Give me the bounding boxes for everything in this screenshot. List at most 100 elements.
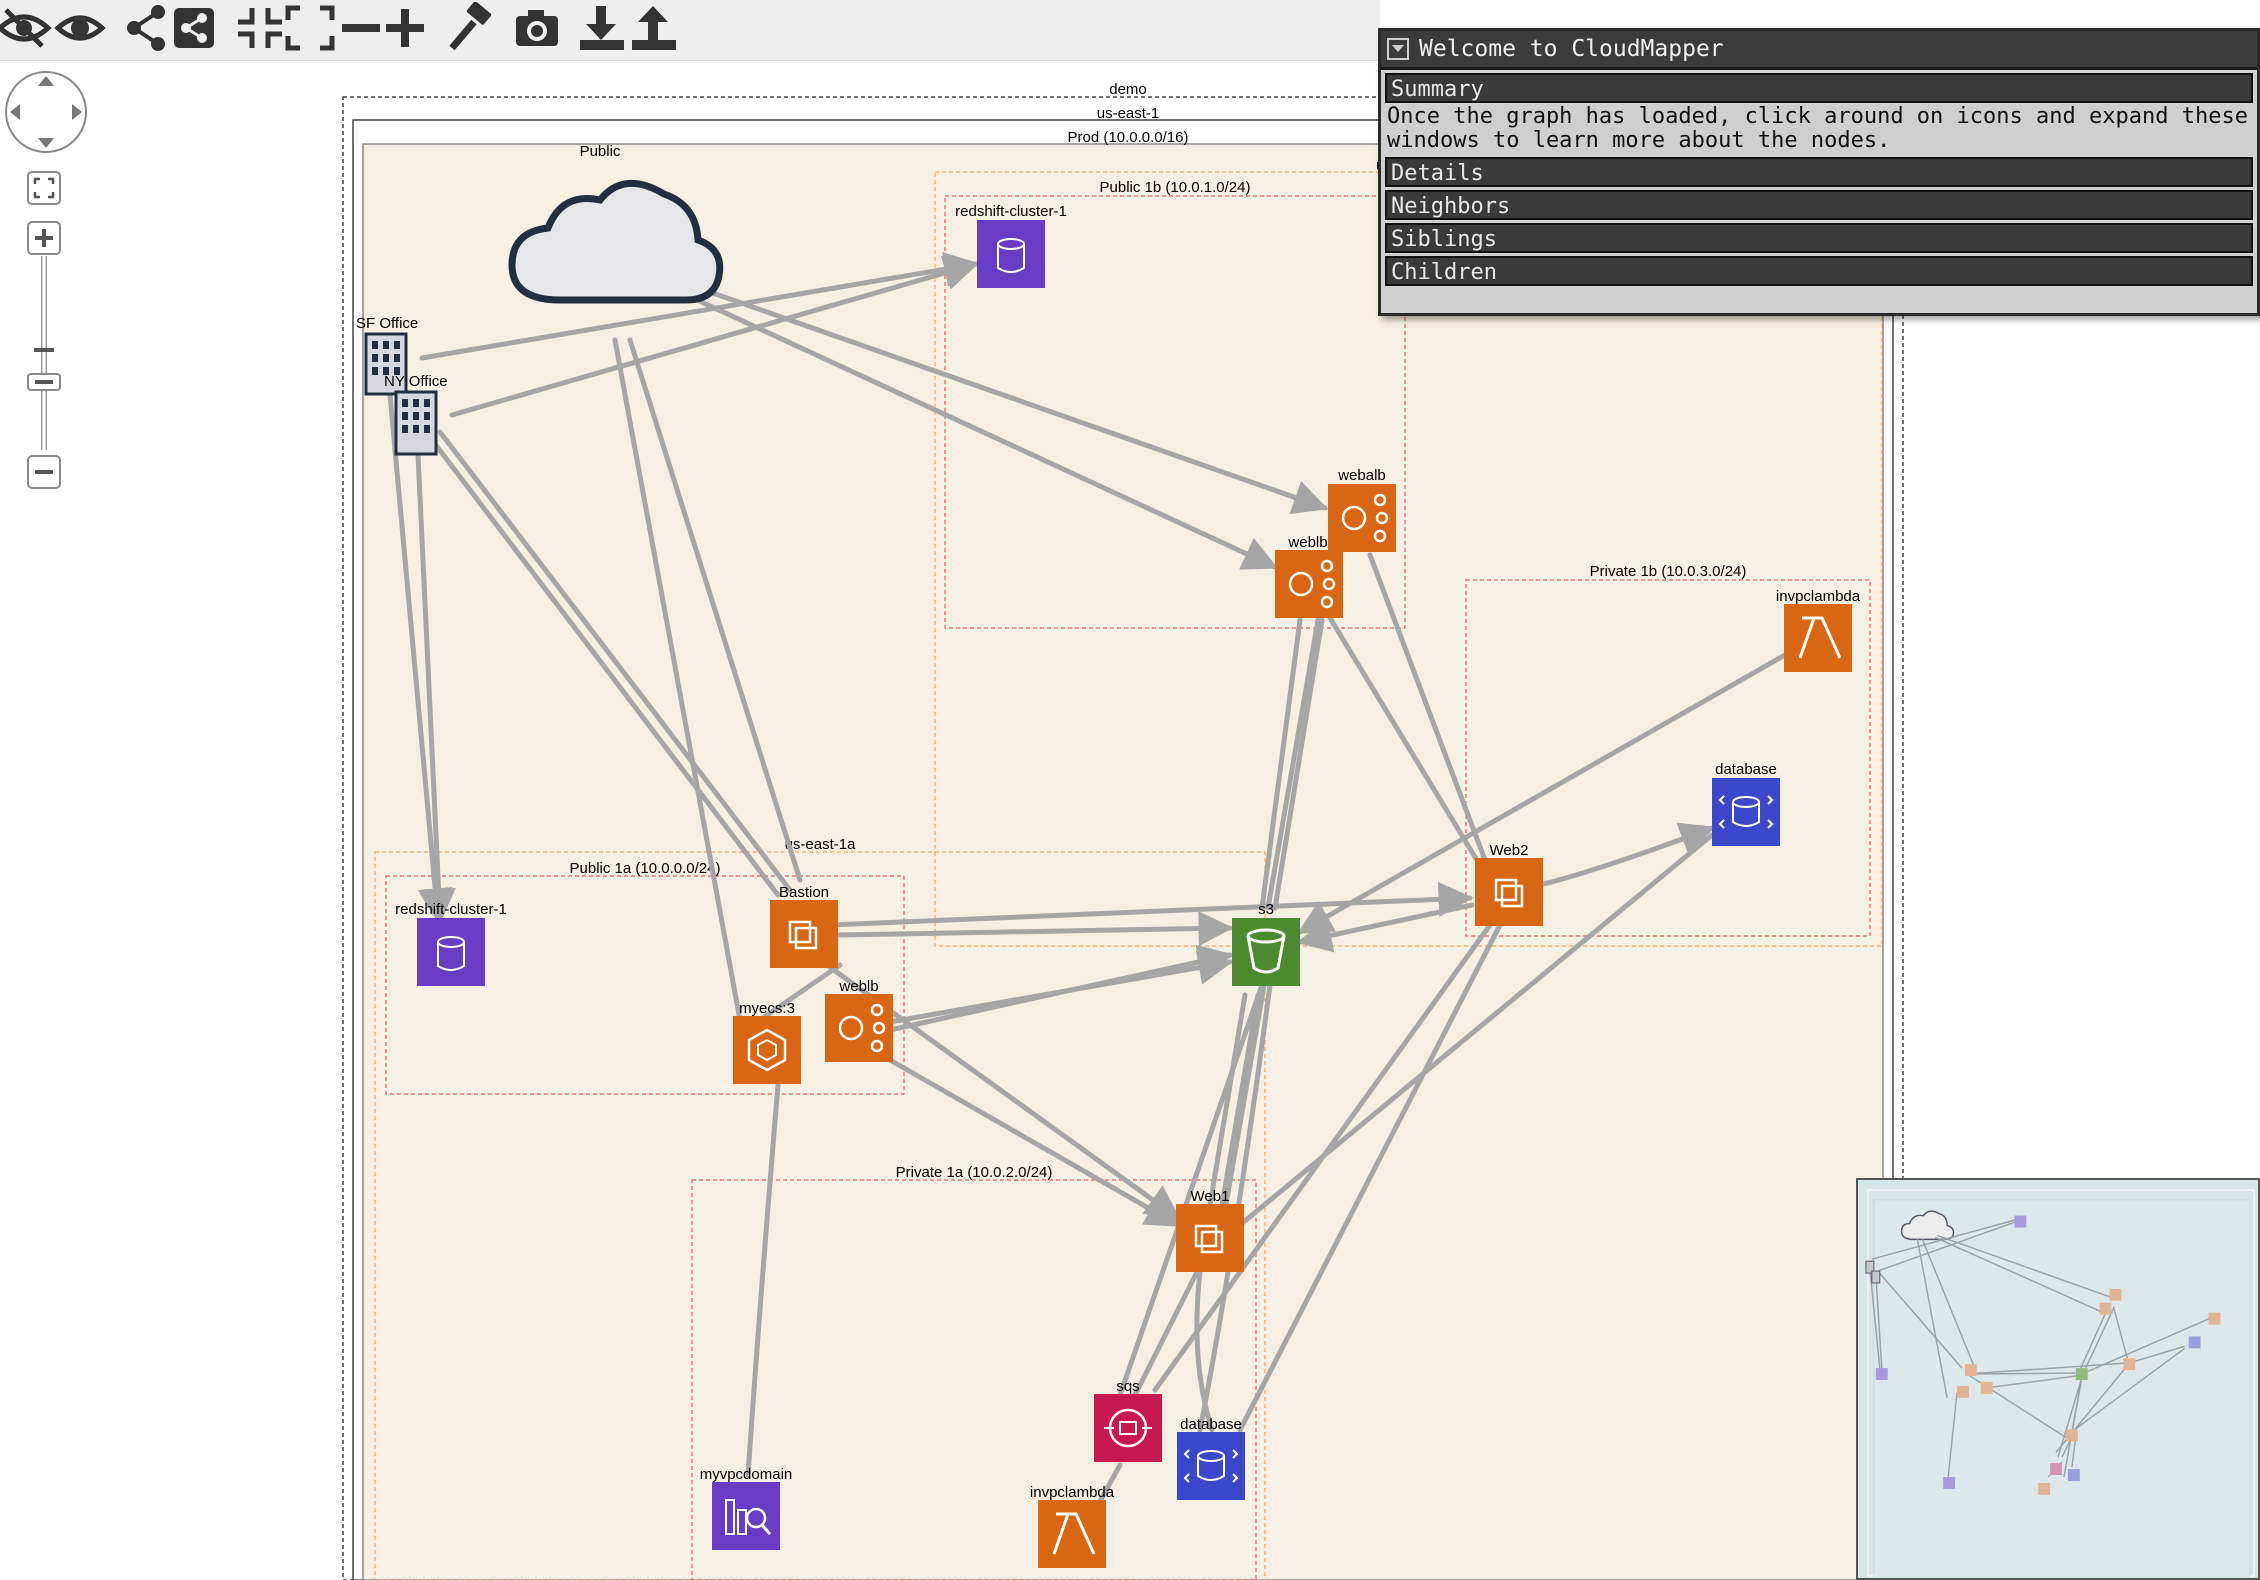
zoom-handle[interactable] bbox=[27, 373, 61, 391]
sqs-node[interactable]: sqs bbox=[1094, 1378, 1162, 1462]
weblb-1b-node[interactable]: weblb bbox=[1275, 534, 1343, 618]
invpclambda-1b-node[interactable]: invpclambda bbox=[1776, 588, 1861, 672]
zoom-out-icon[interactable] bbox=[27, 455, 61, 489]
private-1b-label: Private 1b (10.0.3.0/24) bbox=[1590, 563, 1747, 580]
node-label: database bbox=[1715, 761, 1777, 778]
upload-icon[interactable] bbox=[628, 2, 684, 54]
hide-icon[interactable] bbox=[0, 2, 52, 54]
ny-office-node[interactable]: NY Office bbox=[384, 373, 448, 456]
edge[interactable] bbox=[687, 282, 1329, 515]
edge[interactable] bbox=[449, 255, 980, 418]
download-icon[interactable] bbox=[576, 2, 632, 54]
fit-icon[interactable] bbox=[27, 171, 61, 205]
ec2-icon bbox=[1494, 878, 1518, 902]
edge[interactable] bbox=[887, 944, 1234, 1033]
region-label: us-east-1 bbox=[1097, 105, 1160, 122]
pan-icon[interactable] bbox=[5, 71, 87, 153]
edge[interactable] bbox=[757, 962, 843, 1023]
edge[interactable] bbox=[1237, 922, 1503, 1433]
ny-office-label: NY Office bbox=[384, 373, 448, 390]
details-section[interactable]: Details bbox=[1385, 157, 2253, 187]
show-icon[interactable] bbox=[52, 2, 108, 54]
collapse-icon[interactable] bbox=[232, 2, 288, 54]
vpc-label: Prod (10.0.0.0/16) bbox=[1068, 129, 1189, 146]
edge[interactable] bbox=[415, 452, 456, 924]
edge[interactable] bbox=[1194, 1269, 1215, 1433]
az-a-container[interactable] bbox=[374, 851, 1266, 1580]
database-1b-node[interactable]: database bbox=[1712, 761, 1780, 846]
edge[interactable] bbox=[887, 950, 1234, 1025]
edge[interactable] bbox=[1152, 922, 1493, 1393]
edge[interactable] bbox=[1537, 822, 1716, 888]
edge[interactable] bbox=[1197, 982, 1273, 1433]
hammer-icon[interactable] bbox=[444, 1, 500, 54]
sf-office-node[interactable]: SF Office bbox=[356, 315, 418, 396]
edge[interactable] bbox=[835, 911, 1234, 947]
edge[interactable] bbox=[1237, 832, 1715, 1228]
web2-node[interactable]: Web2 bbox=[1475, 842, 1543, 926]
edge[interactable] bbox=[627, 337, 803, 883]
expand-icon[interactable] bbox=[282, 2, 338, 54]
web1-node[interactable]: Web1 bbox=[1176, 1188, 1244, 1272]
webalb-node[interactable]: webalb bbox=[1328, 467, 1396, 552]
edge[interactable] bbox=[1259, 617, 1303, 911]
minimap-node bbox=[2075, 1368, 2088, 1380]
myecs-node[interactable]: myecs:3 bbox=[733, 1000, 801, 1084]
minimap[interactable] bbox=[1856, 1178, 2260, 1580]
edge[interactable] bbox=[387, 392, 453, 924]
minimap-node bbox=[2050, 1463, 2062, 1476]
edge[interactable] bbox=[827, 881, 1474, 928]
plus-icon[interactable] bbox=[380, 2, 436, 54]
region-container[interactable] bbox=[352, 119, 1894, 1580]
private-1b-container[interactable] bbox=[1465, 579, 1871, 937]
edge[interactable] bbox=[745, 1082, 781, 1478]
vpc-container[interactable] bbox=[362, 143, 1884, 1580]
collapse-panel-icon[interactable] bbox=[1387, 38, 1409, 60]
edge[interactable] bbox=[429, 437, 781, 898]
share-siblings-icon[interactable] bbox=[168, 2, 224, 54]
edge[interactable] bbox=[817, 957, 1181, 1221]
edge[interactable] bbox=[1367, 552, 1488, 863]
edge[interactable] bbox=[1327, 615, 1481, 865]
edge[interactable] bbox=[1117, 982, 1265, 1398]
edge[interactable] bbox=[1296, 902, 1475, 953]
bastion-node[interactable]: Bastion bbox=[770, 884, 838, 968]
info-panel-title-bar[interactable]: Welcome to CloudMapper bbox=[1381, 31, 2257, 70]
edge[interactable] bbox=[1095, 1462, 1123, 1508]
edge[interactable] bbox=[887, 1057, 1182, 1228]
edge[interactable] bbox=[1219, 992, 1261, 1208]
minimap-node bbox=[2188, 1336, 2201, 1349]
demo-container[interactable] bbox=[342, 96, 1904, 1580]
weblb-1a-node[interactable]: weblb bbox=[825, 978, 893, 1062]
invpclambda-1a-node[interactable]: invpclambda bbox=[1030, 1484, 1115, 1568]
edge[interactable] bbox=[419, 252, 980, 361]
edge[interactable] bbox=[612, 337, 743, 1023]
siblings-section[interactable]: Siblings bbox=[1385, 223, 2253, 253]
neighbors-section[interactable]: Neighbors bbox=[1385, 190, 2253, 220]
private-1a-container[interactable] bbox=[691, 1179, 1257, 1580]
edge[interactable] bbox=[1222, 977, 1268, 1213]
edge[interactable] bbox=[1272, 617, 1325, 911]
edge[interactable] bbox=[1296, 652, 1788, 935]
redshift-cluster-1a-node[interactable]: redshift-cluster-1 bbox=[395, 901, 507, 986]
camera-icon[interactable] bbox=[510, 2, 566, 54]
database-1a-node[interactable]: database bbox=[1177, 1416, 1245, 1500]
myvpcdomain-node[interactable]: myvpcdomain bbox=[700, 1466, 793, 1550]
edge[interactable] bbox=[1265, 617, 1321, 911]
zoom-in-icon[interactable] bbox=[27, 221, 61, 255]
edge[interactable] bbox=[1132, 1267, 1201, 1398]
s3-node[interactable]: s3 bbox=[1232, 901, 1300, 986]
public-1b-container[interactable] bbox=[944, 195, 1406, 629]
summary-section[interactable]: Summary bbox=[1385, 73, 2253, 103]
edge[interactable] bbox=[1207, 992, 1248, 1208]
public-1a-container[interactable] bbox=[385, 875, 905, 1095]
info-panel: Welcome to CloudMapper Summary Once the … bbox=[1378, 28, 2260, 316]
redshift-icon bbox=[997, 238, 1025, 250]
children-section[interactable]: Children bbox=[1385, 256, 2253, 286]
minimap-node bbox=[2038, 1482, 2051, 1495]
redshift-cluster-1b-node[interactable]: redshift-cluster-1 bbox=[955, 203, 1067, 288]
edge[interactable] bbox=[677, 289, 1279, 570]
edge[interactable] bbox=[437, 429, 793, 893]
internet-cloud-icon[interactable] bbox=[508, 179, 724, 304]
node-label: Web2 bbox=[1490, 842, 1529, 859]
